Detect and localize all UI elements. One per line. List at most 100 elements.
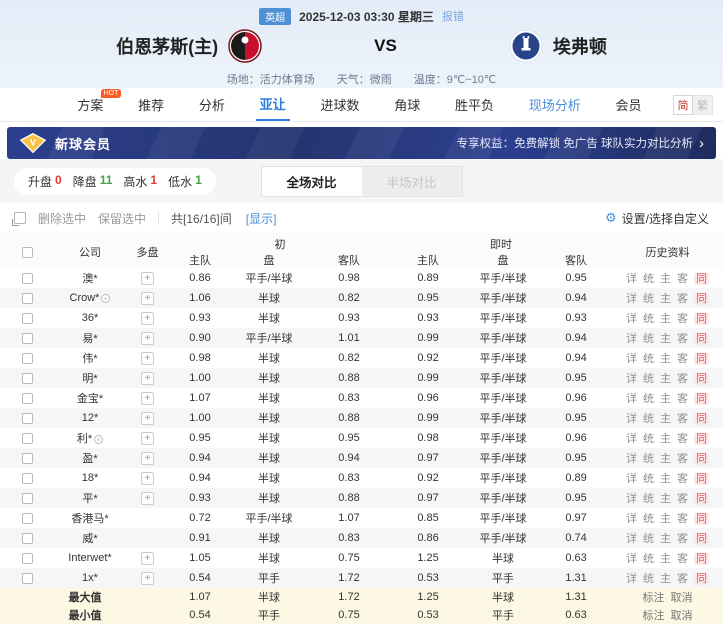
history-link-2[interactable]: 统 [643,493,654,505]
company-name[interactable]: 威* [82,533,97,545]
company-name[interactable]: 12* [82,412,99,424]
expand-odds-button[interactable]: + [141,412,154,425]
history-link-1[interactable]: 详 [626,313,637,325]
history-link-3[interactable]: 主 [660,453,671,465]
tab-1[interactable]: 全场对比 [262,167,362,196]
history-link-5[interactable]: 同 [694,433,709,445]
history-link-3[interactable]: 主 [660,333,671,345]
history-link-2[interactable]: 统 [643,333,654,345]
history-link-2[interactable]: 统 [643,313,654,325]
history-link-2[interactable]: 统 [643,473,654,485]
company-name[interactable]: 平* [82,493,97,505]
history-link-3[interactable]: 主 [660,553,671,565]
expand-odds-button[interactable]: + [141,292,154,305]
history-link-1[interactable]: 详 [626,373,637,385]
history-link-5[interactable]: 同 [694,373,709,385]
history-link-3[interactable]: 主 [660,353,671,365]
history-link-1[interactable]: 详 [626,293,637,305]
summary-action-2[interactable]: 取消 [671,610,693,622]
history-link-3[interactable]: 主 [660,513,671,525]
lang-simplified-button[interactable]: 简 [673,95,693,115]
history-link-3[interactable]: 主 [660,273,671,285]
company-name[interactable]: 明* [82,373,97,385]
history-link-5[interactable]: 同 [694,413,709,425]
summary-action-2[interactable]: 取消 [671,592,693,604]
history-link-3[interactable]: 主 [660,533,671,545]
history-link-1[interactable]: 详 [626,473,637,485]
select-all-checkbox[interactable] [22,247,33,258]
history-link-3[interactable]: 主 [660,433,671,445]
row-checkbox[interactable] [22,533,33,544]
expand-odds-button[interactable]: + [141,552,154,565]
history-link-5[interactable]: 同 [694,553,709,565]
expand-odds-button[interactable]: + [141,492,154,505]
nav-tab-8[interactable]: 现场分析 [525,88,585,121]
history-link-5[interactable]: 同 [694,273,709,285]
company-name[interactable]: 18* [82,472,99,484]
history-link-1[interactable]: 详 [626,413,637,425]
history-link-4[interactable]: 客 [677,473,688,485]
row-checkbox[interactable] [22,273,33,284]
history-link-4[interactable]: 客 [677,553,688,565]
report-error-link[interactable]: 报错 [442,8,464,24]
history-link-1[interactable]: 详 [626,493,637,505]
nav-tab-2[interactable]: 推荐 [134,88,168,121]
expand-odds-button[interactable]: + [141,572,154,585]
history-link-3[interactable]: 主 [660,473,671,485]
history-link-2[interactable]: 统 [643,513,654,525]
expand-odds-button[interactable]: + [141,392,154,405]
history-link-5[interactable]: 同 [694,473,709,485]
row-checkbox[interactable] [22,453,33,464]
history-link-4[interactable]: 客 [677,293,688,305]
row-checkbox[interactable] [22,373,33,384]
company-name[interactable]: 易* [82,333,97,345]
row-checkbox[interactable] [22,393,33,404]
settings-customize-link[interactable]: 设置/选择自定义 [622,210,709,227]
show-link[interactable]: [显示] [246,210,277,227]
history-link-4[interactable]: 客 [677,333,688,345]
history-link-5[interactable]: 同 [694,533,709,545]
summary-action-1[interactable]: 标注 [643,610,665,622]
history-link-5[interactable]: 同 [694,493,709,505]
history-link-4[interactable]: 客 [677,573,688,585]
nav-tab-9[interactable]: 会员 [612,88,646,121]
nav-tab-3[interactable]: 分析 [195,88,229,121]
history-link-2[interactable]: 统 [643,293,654,305]
vip-banner[interactable]: V 新球会员 专享权益：免费解锁 免广告 球队实力对比分析 › [7,127,716,159]
history-link-1[interactable]: 详 [626,573,637,585]
expand-odds-button[interactable]: + [141,312,154,325]
history-link-3[interactable]: 主 [660,393,671,405]
company-name[interactable]: 1x* [82,572,98,584]
history-link-5[interactable]: 同 [694,313,709,325]
nav-tab-4[interactable]: 亚让 [256,88,290,121]
expand-odds-button[interactable]: + [141,432,154,445]
history-link-1[interactable]: 详 [626,353,637,365]
history-link-4[interactable]: 客 [677,533,688,545]
row-checkbox[interactable] [22,553,33,564]
history-link-5[interactable]: 同 [694,513,709,525]
history-link-2[interactable]: 统 [643,273,654,285]
history-link-1[interactable]: 详 [626,333,637,345]
history-link-1[interactable]: 详 [626,453,637,465]
company-name[interactable]: 伟* [82,353,97,365]
row-checkbox[interactable] [22,333,33,344]
history-link-5[interactable]: 同 [694,393,709,405]
history-link-4[interactable]: 客 [677,513,688,525]
expand-odds-button[interactable]: + [141,452,154,465]
history-link-3[interactable]: 主 [660,413,671,425]
history-link-4[interactable]: 客 [677,373,688,385]
row-checkbox[interactable] [22,413,33,424]
history-link-4[interactable]: 客 [677,313,688,325]
row-checkbox[interactable] [22,293,33,304]
company-name[interactable]: 金宝* [77,393,103,405]
nav-tab-5[interactable]: 进球数 [316,88,363,121]
company-name[interactable]: 36* [82,312,99,324]
history-link-5[interactable]: 同 [694,353,709,365]
history-link-1[interactable]: 详 [626,393,637,405]
history-link-3[interactable]: 主 [660,493,671,505]
history-link-4[interactable]: 客 [677,273,688,285]
row-checkbox[interactable] [22,353,33,364]
history-link-5[interactable]: 同 [694,453,709,465]
history-link-5[interactable]: 同 [694,293,709,305]
expand-odds-button[interactable]: + [141,332,154,345]
